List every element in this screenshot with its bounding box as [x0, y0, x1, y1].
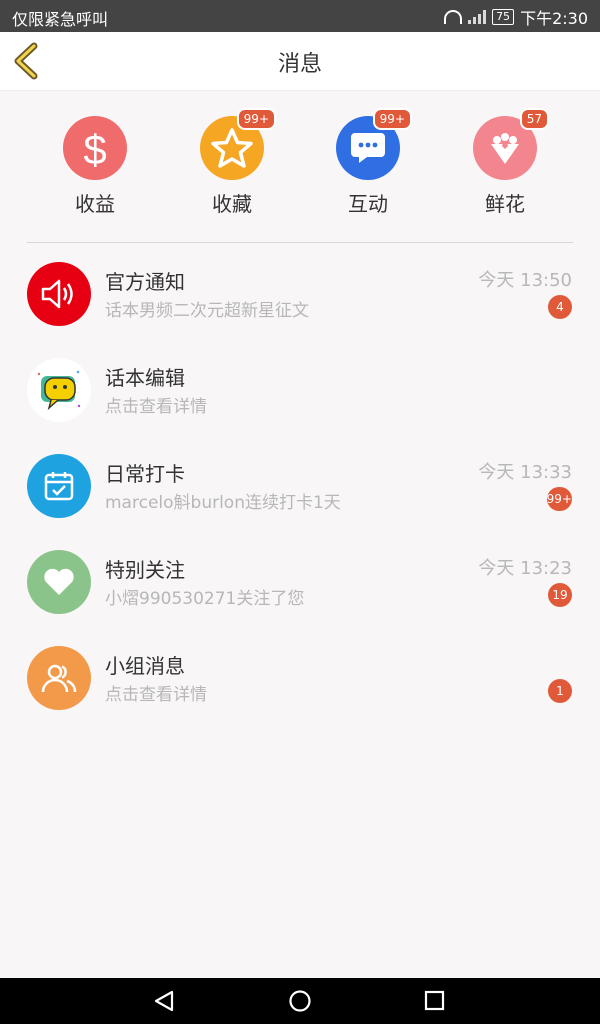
message-title: 话本编辑 — [105, 366, 185, 390]
status-icons: 75 下午2:30 — [444, 5, 588, 29]
unread-badge: 1 — [548, 679, 572, 703]
calendar-check-icon — [27, 454, 91, 518]
message-title: 特别关注 — [105, 558, 185, 582]
category-income[interactable]: $ 收益 — [45, 110, 145, 217]
category-label: 收益 — [75, 192, 115, 216]
page-title: 消息 — [277, 52, 322, 77]
clock: 下午2:30 — [520, 9, 588, 28]
category-favorites[interactable]: 99+ 收藏 — [182, 108, 282, 217]
home-circle-icon[interactable] — [289, 990, 311, 1012]
battery-icon: 75 — [492, 9, 515, 25]
category-interaction[interactable]: 99+ 互动 — [318, 108, 418, 217]
group-icon — [27, 646, 91, 710]
speaker-icon — [27, 262, 91, 326]
message-preview: 话本男频二次元超新星征文 — [105, 301, 309, 321]
status-bar: 仅限紧急呼叫 75 下午2:30 — [0, 0, 600, 32]
editor-avatar-icon — [27, 358, 91, 422]
chat-bubble-icon: 99+ — [336, 108, 412, 180]
dollar-icon: $ — [63, 116, 127, 180]
heart-icon — [27, 550, 91, 614]
bouquet-icon: 57 — [473, 108, 549, 180]
back-triangle-icon[interactable] — [154, 990, 174, 1012]
category-label: 鲜花 — [485, 192, 525, 216]
message-preview: 点击查看详情 — [105, 397, 207, 417]
category-row: $ 收益 99+ 收藏 99+ 互动 57 鲜花 — [0, 108, 600, 220]
message-title: 日常打卡 — [105, 462, 185, 486]
message-preview: marcelo斛burlon连续打卡1天 — [105, 493, 341, 513]
unread-badge: 4 — [548, 295, 572, 319]
category-badge: 99+ — [236, 108, 276, 130]
message-title: 官方通知 — [105, 270, 185, 294]
wifi-icon — [444, 10, 463, 24]
message-title: 小组消息 — [105, 654, 185, 678]
category-label: 互动 — [348, 192, 388, 216]
svg-text:$: $ — [83, 126, 106, 172]
title-bar: 消息 — [0, 32, 600, 91]
message-list: 官方通知 话本男频二次元超新星征文 今天 13:50 4 话本编辑 点击查看详情… — [0, 250, 600, 730]
message-item-editor[interactable]: 话本编辑 点击查看详情 — [0, 346, 600, 442]
divider — [27, 242, 573, 243]
category-label: 收藏 — [212, 192, 252, 216]
unread-badge: 99+ — [546, 487, 572, 511]
message-time: 今天 13:50 — [478, 270, 572, 291]
unread-badge: 19 — [548, 583, 572, 607]
signal-icon — [468, 10, 487, 24]
category-flowers[interactable]: 57 鲜花 — [455, 108, 555, 217]
message-item-group[interactable]: 小组消息 点击查看详情 1 — [0, 634, 600, 730]
message-item-official[interactable]: 官方通知 话本男频二次元超新星征文 今天 13:50 4 — [0, 250, 600, 346]
message-preview: 点击查看详情 — [105, 685, 207, 705]
message-preview: 小熠990530271关注了您 — [105, 589, 305, 609]
message-item-follow[interactable]: 特别关注 小熠990530271关注了您 今天 13:23 19 — [0, 538, 600, 634]
recents-square-icon[interactable] — [424, 990, 445, 1011]
message-time: 今天 13:23 — [478, 558, 572, 579]
category-badge: 57 — [519, 108, 549, 130]
star-icon: 99+ — [200, 108, 276, 180]
navigation-bar — [0, 978, 600, 1024]
message-item-checkin[interactable]: 日常打卡 marcelo斛burlon连续打卡1天 今天 13:33 99+ — [0, 442, 600, 538]
message-time: 今天 13:33 — [478, 462, 572, 483]
carrier-text: 仅限紧急呼叫 — [12, 10, 109, 29]
category-badge: 99+ — [372, 108, 412, 130]
